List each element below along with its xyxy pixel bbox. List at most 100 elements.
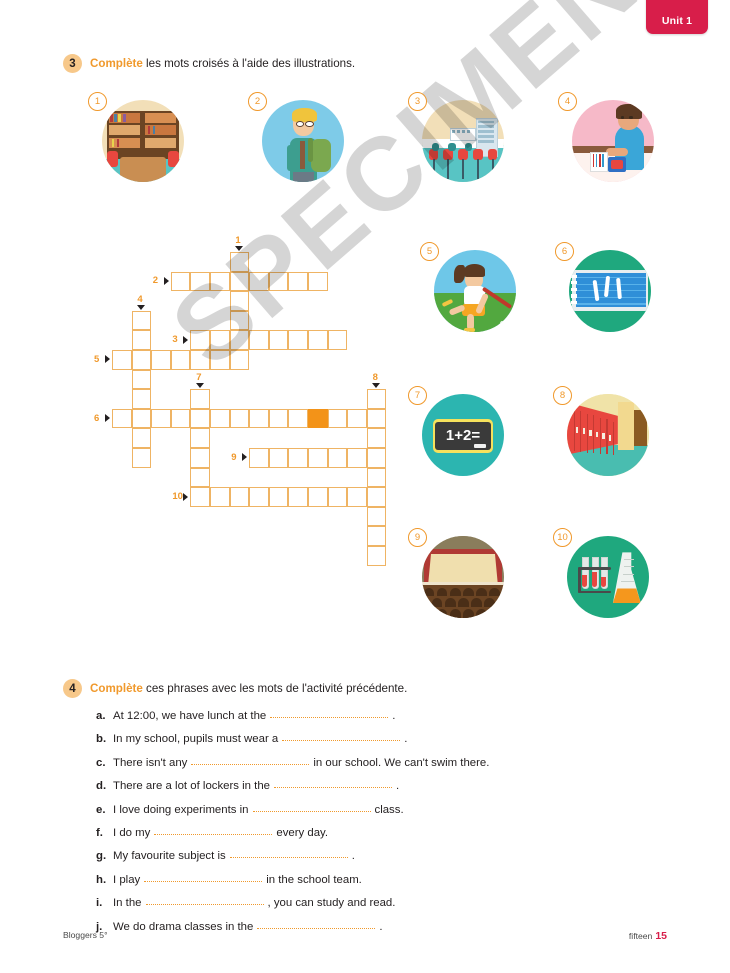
crossword-cell[interactable] bbox=[190, 330, 210, 350]
illustration-number-badge: 10 bbox=[553, 528, 572, 547]
crossword-cell[interactable] bbox=[366, 389, 387, 409]
crossword-cell[interactable] bbox=[366, 506, 387, 527]
crossword-cell[interactable] bbox=[229, 271, 250, 292]
crossword-cell[interactable] bbox=[229, 310, 250, 331]
illustration-number-badge: 9 bbox=[408, 528, 427, 547]
crossword-cell[interactable] bbox=[288, 271, 308, 292]
illustration-number-badge: 2 bbox=[248, 92, 267, 111]
crossword-clue-number-8: 8 bbox=[372, 372, 378, 384]
crossword-cell[interactable] bbox=[229, 252, 250, 272]
crossword-cell[interactable] bbox=[288, 487, 308, 507]
crossword-cell[interactable] bbox=[210, 487, 230, 507]
crossword-cell[interactable] bbox=[170, 350, 191, 370]
crossword-cell[interactable] bbox=[229, 408, 250, 429]
crossword-cell[interactable] bbox=[327, 487, 348, 507]
crossword-cell[interactable] bbox=[131, 350, 152, 370]
sentence-text-after: . bbox=[392, 710, 396, 722]
unit-tab-label: Unit 1 bbox=[661, 15, 693, 27]
crossword-cell[interactable] bbox=[268, 330, 289, 350]
answer-blank[interactable] bbox=[274, 777, 393, 789]
crossword-cell[interactable] bbox=[327, 408, 348, 429]
crossword-cell[interactable] bbox=[131, 310, 152, 331]
answer-blank[interactable] bbox=[145, 894, 264, 906]
answer-blank[interactable] bbox=[229, 847, 348, 859]
crossword-cell[interactable] bbox=[210, 350, 230, 370]
illustration-5: 5 bbox=[420, 242, 516, 338]
answer-blank[interactable] bbox=[144, 871, 263, 882]
crossword-cell[interactable] bbox=[249, 330, 269, 350]
crossword-cell[interactable] bbox=[131, 448, 152, 468]
crossword-cell[interactable] bbox=[190, 389, 210, 409]
sentence-text-before: We do drama classes in the bbox=[113, 920, 254, 933]
crossword-cell[interactable] bbox=[151, 408, 171, 429]
answer-blank[interactable] bbox=[270, 707, 389, 718]
crossword-cell[interactable] bbox=[347, 408, 367, 429]
crossword-cell[interactable] bbox=[366, 526, 387, 546]
crossword-cell[interactable] bbox=[229, 330, 250, 350]
crossword-cell[interactable] bbox=[249, 487, 269, 507]
crossword-cell[interactable] bbox=[190, 350, 210, 370]
crossword-cell[interactable] bbox=[229, 350, 250, 370]
lockers-corridor-icon bbox=[567, 394, 649, 476]
crossword-cell[interactable] bbox=[308, 487, 328, 507]
crossword-cell[interactable] bbox=[131, 330, 152, 350]
crossword-cell[interactable] bbox=[190, 467, 210, 488]
crossword-cell-highlighted[interactable] bbox=[308, 408, 328, 429]
crossword-cell[interactable] bbox=[308, 448, 328, 468]
answer-blank[interactable] bbox=[257, 918, 376, 929]
crossword-cell[interactable] bbox=[210, 330, 230, 350]
crossword-cell[interactable] bbox=[210, 271, 230, 292]
crossword-cell[interactable] bbox=[288, 408, 308, 429]
answer-blank[interactable] bbox=[191, 754, 310, 765]
crossword-cell[interactable] bbox=[288, 330, 308, 350]
sentence-letter: e. bbox=[96, 803, 106, 816]
crossword-grid[interactable]: 1 2 3 4 5 6 7 8 9 10 bbox=[0, 0, 420, 566]
crossword-cell[interactable] bbox=[131, 369, 152, 390]
crossword-cell[interactable] bbox=[366, 546, 387, 566]
crossword-cell[interactable] bbox=[327, 330, 348, 350]
crossword-cell[interactable] bbox=[366, 487, 387, 507]
crossword-cell[interactable] bbox=[170, 408, 191, 429]
crossword-cell[interactable] bbox=[170, 271, 191, 292]
crossword-cell[interactable] bbox=[268, 487, 289, 507]
crossword-cell[interactable] bbox=[229, 291, 250, 311]
crossword-cell[interactable] bbox=[190, 271, 210, 292]
crossword-cell[interactable] bbox=[112, 408, 132, 429]
crossword-cell[interactable] bbox=[131, 428, 152, 448]
crossword-cell[interactable] bbox=[288, 448, 308, 468]
crossword-cell[interactable] bbox=[268, 271, 289, 292]
crossword-cell[interactable] bbox=[190, 408, 210, 429]
crossword-cell[interactable] bbox=[112, 350, 132, 370]
crossword-arrow-right-2 bbox=[163, 276, 169, 285]
crossword-cell[interactable] bbox=[190, 448, 210, 468]
exercise-4-header: 4 Complète ces phrases avec les mots de … bbox=[63, 679, 407, 698]
crossword-cell[interactable] bbox=[327, 448, 348, 468]
sentence-text-after: , you can study and read. bbox=[267, 897, 396, 910]
crossword-cell[interactable] bbox=[308, 330, 328, 350]
illustration-number-badge: 4 bbox=[558, 92, 577, 111]
crossword-cell[interactable] bbox=[151, 350, 171, 370]
crossword-clue-number-5: 5 bbox=[94, 353, 100, 365]
crossword-cell[interactable] bbox=[347, 487, 367, 507]
crossword-cell[interactable] bbox=[229, 487, 250, 507]
crossword-cell[interactable] bbox=[347, 448, 367, 468]
crossword-cell[interactable] bbox=[268, 408, 289, 429]
crossword-cell[interactable] bbox=[190, 487, 210, 507]
answer-blank[interactable] bbox=[154, 824, 273, 835]
crossword-cell[interactable] bbox=[249, 271, 269, 292]
crossword-cell[interactable] bbox=[131, 389, 152, 409]
crossword-cell[interactable] bbox=[268, 448, 289, 468]
crossword-cell[interactable] bbox=[366, 448, 387, 468]
crossword-cell[interactable] bbox=[366, 428, 387, 448]
answer-blank[interactable] bbox=[282, 730, 401, 742]
crossword-cell[interactable] bbox=[366, 408, 387, 429]
crossword-cell[interactable] bbox=[131, 408, 152, 429]
crossword-cell[interactable] bbox=[249, 448, 269, 468]
crossword-clue-number-10: 10 bbox=[172, 491, 183, 502]
crossword-cell[interactable] bbox=[308, 271, 328, 292]
crossword-cell[interactable] bbox=[190, 428, 210, 448]
crossword-cell[interactable] bbox=[366, 467, 387, 488]
crossword-cell[interactable] bbox=[249, 408, 269, 429]
crossword-cell[interactable] bbox=[210, 408, 230, 429]
answer-blank[interactable] bbox=[252, 801, 371, 812]
